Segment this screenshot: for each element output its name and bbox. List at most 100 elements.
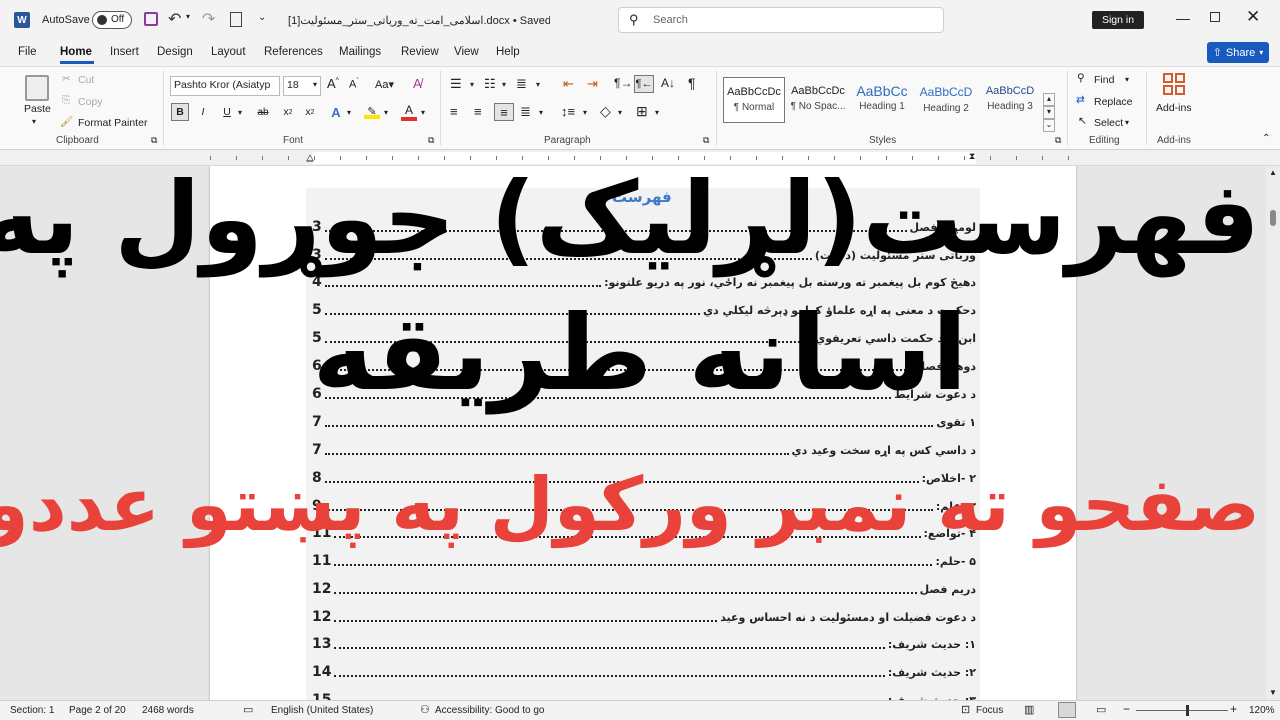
font-color-icon[interactable]: A xyxy=(401,103,417,121)
status-focus[interactable]: Focus xyxy=(976,705,1003,716)
tab-file[interactable]: File xyxy=(18,46,37,58)
replace-label[interactable]: Replace xyxy=(1094,96,1133,108)
toc-entry[interactable]: ۳: حدیث شریف: 15 xyxy=(312,688,976,700)
horizontal-ruler[interactable]: ⧋ ⧗ xyxy=(0,150,1280,166)
ltr-icon[interactable]: ¶→ xyxy=(614,76,632,90)
toc-entry[interactable]: د داسي کس په اړه سخت وعید دي 7 xyxy=(312,438,976,462)
grow-font-icon[interactable]: A^ xyxy=(327,76,339,91)
shading-dropdown-icon[interactable]: ▾ xyxy=(618,108,622,117)
align-right-button[interactable]: ≡ xyxy=(494,103,514,121)
tab-insert[interactable]: Insert xyxy=(110,46,139,58)
addins-label[interactable]: Add-ins xyxy=(1156,102,1192,114)
scroll-down-icon[interactable]: ▼ xyxy=(1269,688,1277,697)
minimize-icon[interactable]: — xyxy=(1176,10,1190,26)
paste-icon[interactable] xyxy=(25,75,49,101)
tab-help[interactable]: Help xyxy=(496,46,520,58)
copy-icon[interactable]: ⎘ xyxy=(62,94,70,107)
justify-icon[interactable]: ≣ xyxy=(520,104,531,120)
strikethrough-button[interactable]: ab xyxy=(254,103,272,121)
zoom-out-icon[interactable]: − xyxy=(1123,702,1130,716)
close-icon[interactable]: ✕ xyxy=(1246,7,1260,27)
numbering-icon[interactable]: ☷ xyxy=(484,76,496,92)
tab-references[interactable]: References xyxy=(264,46,323,58)
toc-entry[interactable]: ۲: حدیث شریف: 14 xyxy=(312,660,976,684)
tab-design[interactable]: Design xyxy=(157,46,193,58)
tab-mailings[interactable]: Mailings xyxy=(339,46,381,58)
styles-scroll-up-icon[interactable]: ▴ xyxy=(1043,93,1055,106)
save-icon[interactable] xyxy=(144,12,158,26)
style-normal[interactable]: AaBbCcDc ¶ Normal xyxy=(723,77,785,123)
share-button[interactable]: ⇧ Share ▾ xyxy=(1207,42,1269,63)
clear-formatting-icon[interactable]: A̸ xyxy=(413,76,422,91)
text-effects-dropdown-icon[interactable]: ▾ xyxy=(347,108,351,117)
toc-entry[interactable]: ۵ -حلم: 11 xyxy=(312,549,976,573)
styles-launcher-icon[interactable]: ⧉ xyxy=(1055,135,1061,146)
bullets-dropdown-icon[interactable]: ▾ xyxy=(470,80,474,89)
font-color-dropdown-icon[interactable]: ▾ xyxy=(421,108,425,117)
line-spacing-icon[interactable]: ↕≡ xyxy=(561,104,575,119)
tab-home[interactable]: Home xyxy=(60,46,92,58)
indent-marker-icon[interactable]: ⧋ xyxy=(306,153,314,164)
print-layout-icon[interactable] xyxy=(1058,702,1076,718)
align-center-icon[interactable]: ≡ xyxy=(474,104,482,119)
bullets-icon[interactable]: ☰ xyxy=(450,76,462,92)
scroll-up-icon[interactable]: ▲ xyxy=(1269,168,1277,177)
align-left-icon[interactable]: ≡ xyxy=(450,104,458,119)
read-mode-icon[interactable]: ▥ xyxy=(1024,703,1034,716)
italic-button[interactable]: I xyxy=(196,103,210,121)
rtl-button[interactable]: ¶← xyxy=(634,75,654,93)
proofing-icon[interactable]: ▭ xyxy=(243,703,253,716)
autosave-toggle[interactable]: Off xyxy=(92,11,132,29)
change-case-icon[interactable]: Aa▾ xyxy=(375,78,394,91)
underline-dropdown-icon[interactable]: ▾ xyxy=(238,108,242,117)
bold-button[interactable]: B xyxy=(171,103,189,121)
superscript-button[interactable]: x2 xyxy=(302,103,318,121)
status-page[interactable]: Page 2 of 20 xyxy=(69,705,126,716)
addins-icon[interactable] xyxy=(1163,73,1185,95)
find-icon[interactable]: ⚲ xyxy=(1077,72,1085,84)
format-painter-icon[interactable]: 🖌 xyxy=(60,115,73,128)
decrease-indent-icon[interactable]: ⇤ xyxy=(563,76,574,92)
toc-entry[interactable]: ۱: حدیث شریف: 13 xyxy=(312,632,976,656)
web-layout-icon[interactable]: ▭ xyxy=(1096,703,1106,716)
zoom-slider[interactable] xyxy=(1136,705,1228,716)
zoom-in-icon[interactable]: + xyxy=(1230,702,1237,716)
select-icon[interactable]: ↖ xyxy=(1078,115,1087,127)
style-no-spacing[interactable]: AaBbCcDc ¶ No Spac... xyxy=(787,77,849,123)
find-label[interactable]: Find xyxy=(1094,74,1114,86)
shading-icon[interactable]: ◇ xyxy=(600,103,611,120)
redo-icon[interactable]: ↷ xyxy=(202,9,215,29)
styles-scroll-down-icon[interactable]: ▾ xyxy=(1043,106,1055,119)
clipboard-launcher-icon[interactable]: ⧉ xyxy=(151,135,157,146)
highlight-icon[interactable]: ✎ xyxy=(364,105,380,119)
font-name-select[interactable]: Pashto Kror (Asiatyp xyxy=(170,76,280,96)
shrink-font-icon[interactable]: Aˇ xyxy=(349,78,359,91)
customize-toolbar-icon[interactable]: ⌄ xyxy=(258,12,266,23)
scrollbar-thumb[interactable] xyxy=(1270,210,1276,226)
sign-in-button[interactable]: Sign in xyxy=(1092,11,1144,29)
document-title[interactable]: اسلامی_امت_ته_وریاتی_ستر_مسئولیت[1].docx… xyxy=(288,14,550,27)
replace-icon[interactable]: ⇄ xyxy=(1076,94,1085,106)
status-section[interactable]: Section: 1 xyxy=(10,705,54,716)
undo-icon[interactable]: ↶ xyxy=(168,9,181,29)
paste-dropdown-icon[interactable]: ▾ xyxy=(32,117,36,126)
zoom-slider-thumb[interactable] xyxy=(1186,705,1189,716)
collapse-ribbon-icon[interactable]: ⌃ xyxy=(1262,133,1270,144)
find-dropdown-icon[interactable]: ▾ xyxy=(1125,75,1129,84)
search-box[interactable]: ⚲ Search xyxy=(618,7,944,33)
multilevel-dropdown-icon[interactable]: ▾ xyxy=(536,80,540,89)
select-dropdown-icon[interactable]: ▾ xyxy=(1125,118,1129,127)
tab-review[interactable]: Review xyxy=(401,46,439,58)
underline-button[interactable]: U xyxy=(220,103,234,121)
multilevel-list-icon[interactable]: ≣ xyxy=(516,76,527,92)
cut-label[interactable]: Cut xyxy=(78,74,94,86)
restore-icon[interactable] xyxy=(1210,12,1220,22)
numbering-dropdown-icon[interactable]: ▾ xyxy=(502,80,506,89)
toc-entry[interactable]: د دعوت فضیلت او دمسئولیت د نه احساس وعید… xyxy=(312,605,976,629)
cut-icon[interactable]: ✂ xyxy=(62,73,71,85)
text-effects-icon[interactable]: A xyxy=(328,103,344,121)
copy-label[interactable]: Copy xyxy=(78,96,103,108)
styles-more-icon[interactable]: ⌄ xyxy=(1043,119,1055,132)
sort-icon[interactable]: A↓ xyxy=(661,76,675,90)
font-size-select[interactable]: 18 ▾ xyxy=(283,76,321,96)
